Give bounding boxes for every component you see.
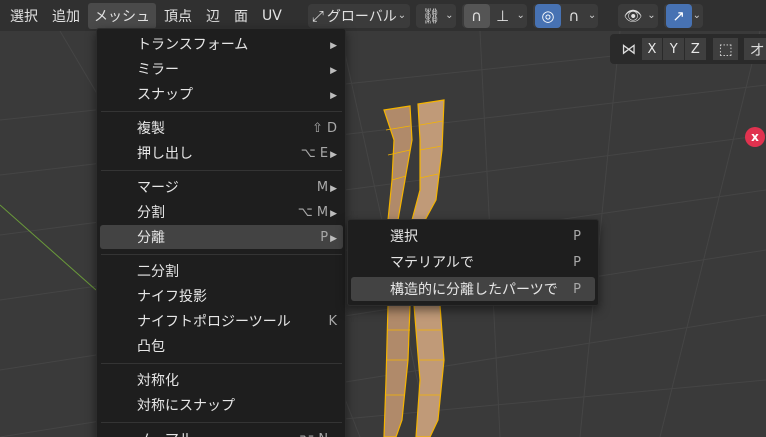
snap-target-icon[interactable]: ⬚ [712, 38, 739, 60]
menu-separator [101, 254, 342, 255]
menu-item-label: ナイフトポロジーツール [137, 314, 291, 330]
shortcut-label: P [573, 254, 581, 270]
menu-separator [101, 111, 342, 112]
menu-edge[interactable]: 辺 [200, 3, 226, 29]
submenu-item-label: 選択 [390, 229, 418, 245]
shortcut-label: P [573, 281, 581, 297]
menu-item-label: トランスフォーム [137, 37, 249, 53]
chevron-down-icon: ⌄ [587, 10, 597, 21]
menu-item-label: 対称にスナップ [137, 398, 235, 414]
submenu-arrow-icon: ▶ [330, 90, 337, 101]
snap-magnet-icon[interactable]: ∩ [463, 3, 490, 28]
menu-item-duplicate[interactable]: 複製 ⇧ D [100, 116, 343, 140]
pivot-dropdown[interactable]: ⛓ ⌄ [416, 3, 456, 28]
snap-controls[interactable]: ∩ ⊥ ⌄ [461, 3, 527, 28]
submenu-item-label: 構造的に分離したパーツで [390, 282, 558, 298]
menu-item-label: ミラー [137, 62, 179, 78]
shortcut-label: M ▶ [316, 179, 337, 195]
menu-item-label: 対称化 [137, 373, 179, 389]
menu-separator [101, 422, 342, 423]
menu-item-label: 分離 [137, 230, 165, 246]
menu-item-symmetrize[interactable]: 対称化 [100, 368, 343, 392]
shortcut-label: K [328, 313, 337, 329]
menu-item-normals[interactable]: ノーマル ⌥ N▶ [100, 427, 343, 437]
menu-item-bisect[interactable]: 二分割 [100, 259, 343, 283]
menu-item-snap[interactable]: スナップ ▶ [100, 82, 343, 106]
transform-orientation-icon: ⤢ [311, 6, 324, 25]
snap-increment-icon[interactable]: ⊥ [490, 4, 516, 28]
submenu-item-by-material[interactable]: マテリアルで P [351, 250, 595, 274]
menu-item-label: 凸包 [137, 339, 165, 355]
separate-submenu: 選択 P マテリアルで P 構造的に分離したパーツで P [347, 219, 599, 306]
chevron-down-icon: ⌄ [397, 10, 407, 21]
menu-select[interactable]: 選択 [4, 3, 44, 29]
chevron-down-icon: ⌄ [516, 10, 525, 21]
submenu-item-label: マテリアルで [390, 255, 474, 271]
axis-x-button[interactable]: X [641, 38, 663, 60]
menu-separator [101, 170, 342, 171]
proportional-controls[interactable]: ◎ ∩ ⌄ [532, 3, 599, 28]
submenu-arrow-icon: ▶ [330, 65, 337, 76]
submenu-item-by-loose-parts[interactable]: 構造的に分離したパーツで P [351, 277, 595, 301]
mirror-butterfly-icon: ⋈ [621, 40, 637, 58]
axis-z-button[interactable]: Z [685, 38, 706, 60]
shortcut-label: P ▶ [320, 229, 337, 245]
close-icon[interactable]: x [745, 127, 765, 147]
menu-uv[interactable]: UV [256, 3, 288, 29]
submenu-arrow-icon: ▶ [330, 40, 337, 51]
visibility-eye-icon: 👁 [623, 6, 643, 25]
menu-separator [101, 363, 342, 364]
menu-add[interactable]: 追加 [46, 3, 86, 29]
menu-item-label: ノーマル [137, 429, 193, 437]
chevron-down-icon: ⌄ [647, 10, 656, 21]
overlay-options-button[interactable]: オ [744, 38, 766, 60]
gizmo-dropdown[interactable]: ↗ ⌄ [663, 3, 704, 28]
gizmo-icon[interactable]: ↗ [665, 3, 692, 28]
shortcut-label: ⇧ D [311, 120, 337, 136]
menu-item-split[interactable]: 分割 ⌥ M ▶ [100, 200, 343, 224]
axis-y-button[interactable]: Y [663, 38, 685, 60]
shortcut-label: ⌥ N▶ [299, 432, 337, 437]
falloff-curve-icon[interactable]: ∩ [561, 4, 587, 28]
menu-item-separate[interactable]: 分離 P ▶ [100, 225, 343, 249]
menu-item-label: 複製 [137, 121, 165, 137]
menu-item-label: スナップ [137, 87, 193, 103]
menu-face[interactable]: 面 [228, 3, 254, 29]
menu-item-convex-hull[interactable]: 凸包 [100, 334, 343, 358]
link-icon: ⛓ [421, 6, 441, 25]
viewport-header: 選択 追加 メッシュ 頂点 辺 面 UV ⤢ グローバル ⌄ ⛓ ⌄ ∩ ⊥ ⌄… [0, 0, 766, 31]
menu-item-extrude[interactable]: 押し出し ⌥ E ▶ [100, 141, 343, 165]
menu-item-mirror[interactable]: ミラー ▶ [100, 57, 343, 81]
menu-item-snap-to-symmetry[interactable]: 対称にスナップ [100, 393, 343, 417]
chevron-down-icon: ⌄ [692, 10, 702, 21]
menu-item-label: 二分割 [137, 264, 179, 280]
mirror-axis-bar: ⋈ X Y Z ⬚ オ [610, 34, 766, 64]
menu-vertex[interactable]: 頂点 [158, 3, 198, 29]
mesh-menu: トランスフォーム ▶ ミラー ▶ スナップ ▶ 複製 ⇧ D 押し出し ⌥ E ▶… [96, 28, 346, 437]
menu-item-label: マージ [137, 180, 179, 196]
menu-item-transform[interactable]: トランスフォーム ▶ [100, 32, 343, 56]
transform-orientation-dropdown[interactable]: ⤢ グローバル ⌄ [307, 3, 411, 28]
x-axis-line [0, 204, 97, 291]
menu-item-label: 押し出し [137, 146, 193, 162]
menu-item-knife-topology[interactable]: ナイフトポロジーツール K [100, 309, 343, 333]
menu-item-knife-project[interactable]: ナイフ投影 [100, 284, 343, 308]
proportional-editing-icon[interactable]: ◎ [534, 3, 561, 28]
shortcut-label: P [573, 228, 581, 244]
menu-mesh[interactable]: メッシュ [88, 2, 156, 29]
orientation-label: グローバル [326, 8, 397, 25]
shortcut-label: ⌥ E ▶ [300, 145, 337, 161]
chevron-down-icon: ⌄ [445, 10, 454, 21]
visibility-dropdown[interactable]: 👁 ⌄ [618, 3, 658, 28]
menu-item-merge[interactable]: マージ M ▶ [100, 175, 343, 199]
menu-item-label: ナイフ投影 [137, 289, 207, 305]
shortcut-label: ⌥ M ▶ [297, 204, 337, 220]
submenu-item-selection[interactable]: 選択 P [351, 224, 595, 248]
menu-item-label: 分割 [137, 205, 165, 221]
